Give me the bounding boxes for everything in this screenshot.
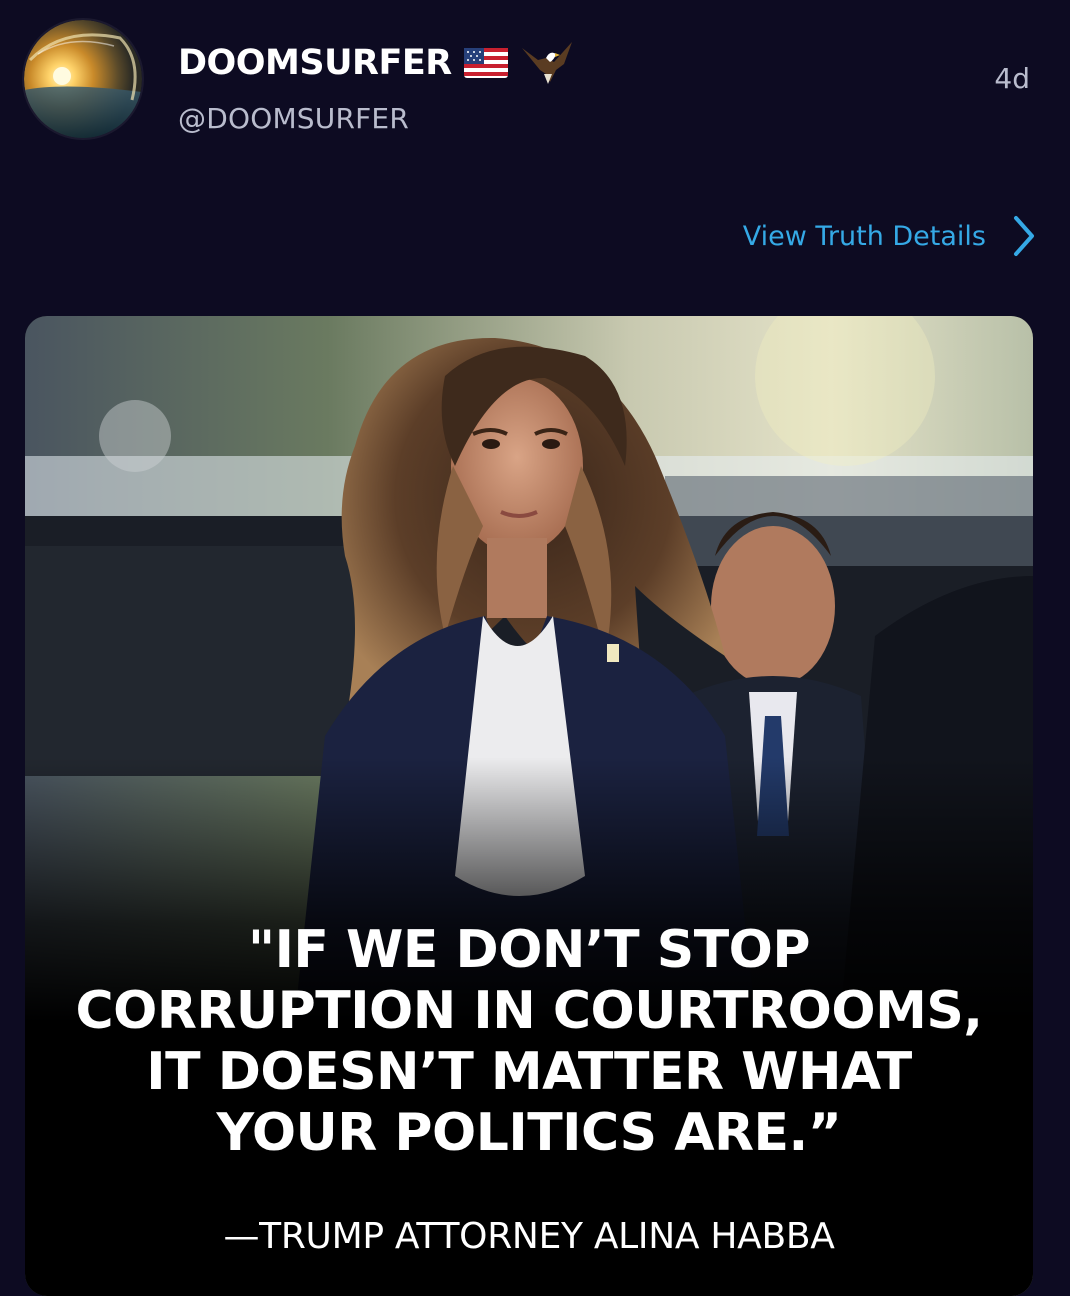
display-name-row: DOOMSURFER — [178, 40, 574, 86]
user-handle[interactable]: @DOOMSURFER — [178, 102, 409, 135]
quote-line: "IF WE DON’T STOP — [247, 920, 811, 980]
post-timestamp: 4d — [994, 62, 1030, 95]
quote-line: CORRUPTION IN COURTROOMS, — [75, 981, 983, 1041]
eagle-icon — [520, 40, 574, 86]
avatar[interactable] — [24, 20, 142, 138]
view-truth-details-label: View Truth Details — [742, 220, 986, 252]
display-name[interactable]: DOOMSURFER — [178, 45, 452, 81]
us-flag-icon — [463, 48, 508, 78]
post-media-image[interactable]: "IF WE DON’T STOP CORRUPTION IN COURTROO… — [25, 316, 1033, 1296]
quote-text: "IF WE DON’T STOP CORRUPTION IN COURTROO… — [25, 920, 1033, 1164]
quote-line: IT DOESN’T MATTER WHAT — [146, 1042, 912, 1102]
quote-attribution: —TRUMP ATTORNEY ALINA HABBA — [223, 1216, 835, 1257]
view-truth-details-link[interactable]: View Truth Details — [743, 214, 1036, 258]
quote-line: YOUR POLITICS ARE.” — [216, 1103, 842, 1163]
post-header: DOOMSURFER @DOOMSURFER 4d View Truth Det… — [0, 0, 1070, 256]
chevron-right-icon — [1012, 214, 1036, 258]
wave-sunset-avatar-image — [24, 20, 142, 138]
